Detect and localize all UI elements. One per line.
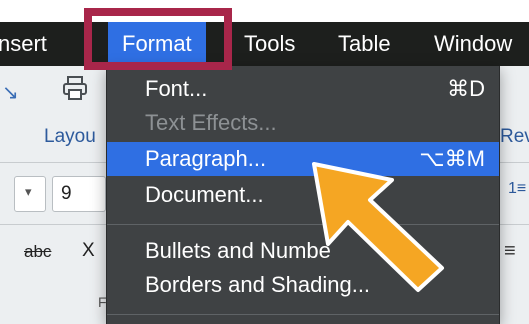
screen-top-strip <box>0 0 529 22</box>
font-dropdown[interactable]: ▾ <box>14 176 46 212</box>
menu-window[interactable]: Window <box>434 22 512 66</box>
menu-separator <box>107 314 499 315</box>
arrow-down-icon[interactable]: ↘ <box>2 80 19 105</box>
annotation-highlight-box <box>84 8 232 70</box>
menu-item-label: Document... <box>145 182 264 207</box>
menu-item-shortcut: ⌘D <box>447 76 485 101</box>
app-menubar: nsert Format Tools Table Window <box>0 22 529 66</box>
font-size-field[interactable]: 9 <box>52 176 106 212</box>
menu-insert[interactable]: nsert <box>0 22 47 66</box>
arrow-pointer-icon <box>312 162 444 292</box>
menu-item-text-effects: Text Effects... <box>107 106 499 140</box>
font-size-value: 9 <box>61 183 72 204</box>
tab-layout[interactable]: Layou <box>44 126 96 148</box>
menu-item-font[interactable]: Font... ⌘D <box>107 72 499 106</box>
menu-tools[interactable]: Tools <box>244 22 295 66</box>
menu-item-label: Paragraph... <box>145 146 267 171</box>
strikethrough-button[interactable]: abc <box>24 242 51 262</box>
numbering-icon[interactable]: 1≡ <box>508 180 526 198</box>
menu-item-label: Text Effects... <box>145 110 277 135</box>
menu-table[interactable]: Table <box>338 22 391 66</box>
menu-item-label: Font... <box>145 76 208 101</box>
chevron-down-icon: ▾ <box>25 184 32 199</box>
align-icon[interactable]: ≡ <box>504 240 516 263</box>
print-icon[interactable] <box>62 76 88 100</box>
subscript-button[interactable]: X <box>82 240 95 262</box>
tab-review[interactable]: Rev <box>500 126 529 148</box>
